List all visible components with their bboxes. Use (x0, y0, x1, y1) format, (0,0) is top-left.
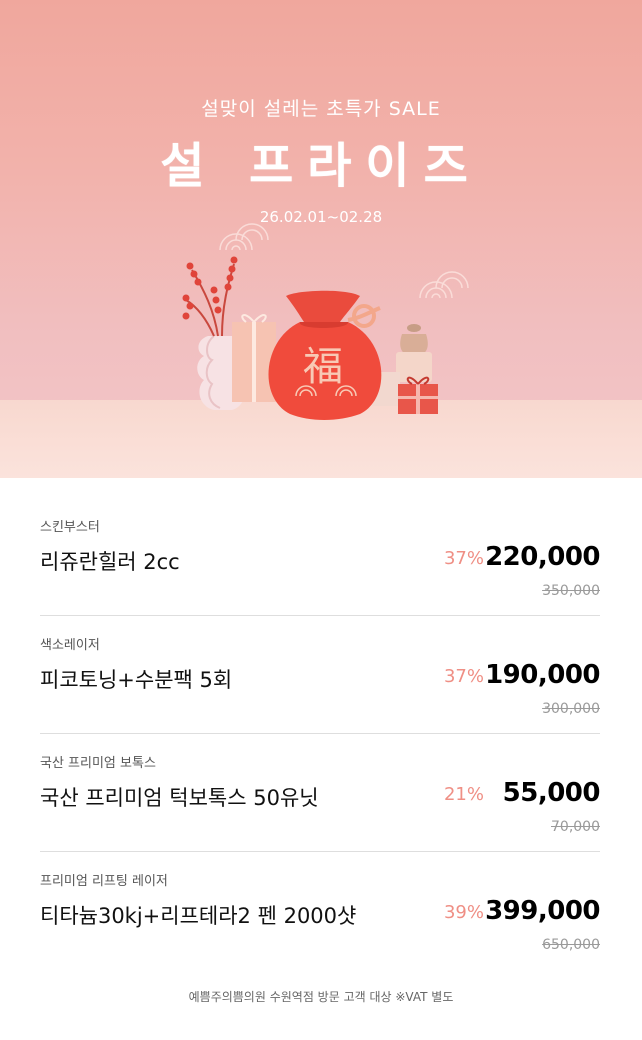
item-discount: 37% (443, 666, 484, 687)
footnote: 예쁨주의쁨의원 수원역점 방문 고객 대상 ※VAT 별도 (188, 990, 454, 1004)
item-original-price: 650,000 (542, 937, 600, 953)
item-category: 스킨부스터 (40, 520, 100, 535)
price-list: 스킨부스터 리쥬란힐러 2cc 37% 220,000 350,000 색소레이… (40, 498, 601, 970)
item-category: 국산 프리미엄 보톡스 (40, 756, 156, 771)
price-item[interactable]: 색소레이저 피코토닝+수분팩 5회 37% 190,000 300,000 (40, 616, 600, 734)
item-name: 리쥬란힐러 2cc (40, 550, 180, 574)
gift-box-icon (398, 376, 438, 414)
item-name: 국산 프리미엄 턱보톡스 50유닛 (40, 786, 319, 810)
price-item[interactable]: 스킨부스터 리쥬란힐러 2cc 37% 220,000 350,000 (40, 498, 600, 616)
item-category: 색소레이저 (40, 638, 100, 653)
item-discount: 39% (443, 902, 484, 923)
wave-pattern-icon (219, 223, 469, 299)
item-original-price: 70,000 (551, 819, 600, 835)
new-year-illustration: 福 (182, 223, 469, 420)
item-price: 399,000 (485, 896, 600, 926)
price-item[interactable]: 프리미엄 리프팅 레이저 티타늄30kj+리프테라2 펜 2000샷 39% 3… (40, 852, 600, 970)
item-discount: 37% (443, 548, 484, 569)
item-name: 티타늄30kj+리프테라2 펜 2000샷 (40, 904, 357, 928)
promo-period: 26.02.01~02.28 (259, 208, 383, 226)
item-name: 피코토닝+수분팩 5회 (40, 668, 233, 692)
item-price: 55,000 (502, 778, 601, 808)
gift-box-icon (232, 314, 276, 402)
item-original-price: 300,000 (542, 701, 600, 717)
item-discount: 21% (443, 784, 484, 805)
promo-banner: 福 설맞이 설레는 초특가 SALE 설 프라이즈 26.02.01~02.28 (0, 0, 642, 478)
price-item[interactable]: 국산 프리미엄 보톡스 국산 프리미엄 턱보톡스 50유닛 21% 55,000… (40, 734, 601, 852)
item-category: 프리미엄 리프팅 레이저 (40, 874, 168, 889)
item-price: 190,000 (485, 660, 600, 690)
bag-character: 福 (303, 344, 343, 390)
item-price: 220,000 (485, 542, 600, 572)
banner-title: 설 프라이즈 (160, 138, 482, 194)
banner-subtitle: 설맞이 설레는 초특가 SALE (201, 98, 441, 120)
item-original-price: 350,000 (542, 583, 600, 599)
